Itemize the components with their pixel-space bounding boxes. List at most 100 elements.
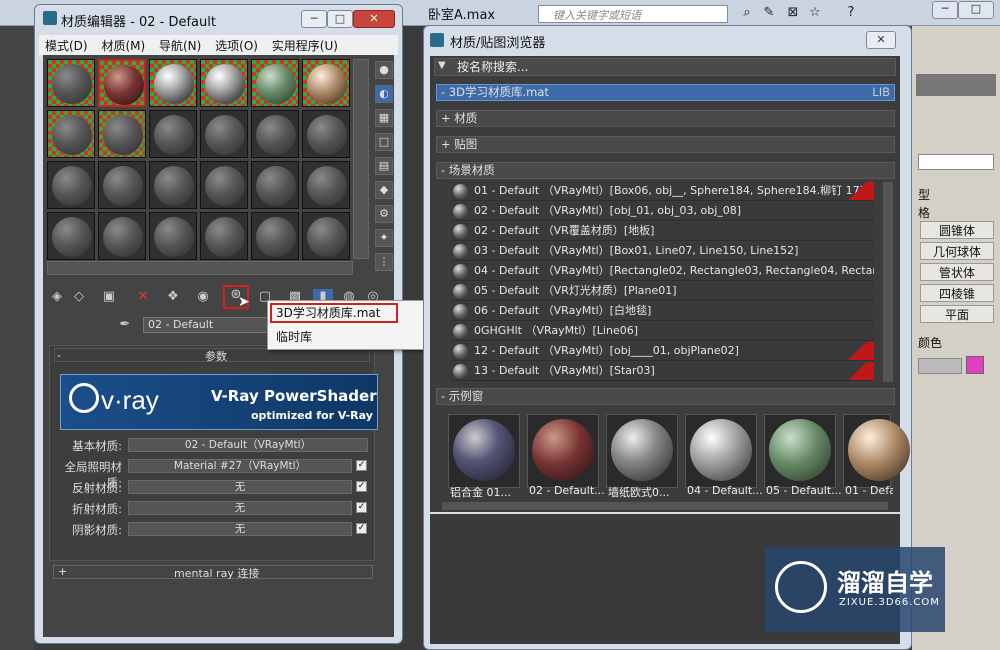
material-sample-slot[interactable] <box>302 212 350 260</box>
sample-swatch[interactable] <box>606 414 678 488</box>
video-color-check-icon[interactable]: ▤ <box>375 157 393 175</box>
shader-row-value-button[interactable]: 无 <box>128 501 352 515</box>
reset-map-icon[interactable]: ✕ <box>133 289 153 307</box>
material-sample-slot[interactable] <box>98 110 146 158</box>
plane-button[interactable]: 平面 <box>920 305 994 323</box>
material-sample-slot[interactable] <box>200 110 248 158</box>
shader-row-value-button[interactable]: 无 <box>128 480 352 494</box>
material-map-navigator-icon[interactable]: ⋮ <box>375 253 393 271</box>
menu-navigation[interactable]: 导航(N) <box>159 37 201 54</box>
menu-material[interactable]: 材质(M) <box>101 37 145 54</box>
options-icon[interactable]: ⚙ <box>375 205 393 223</box>
library-group-header[interactable]: - 3D学习材质库.mat LIB <box>436 84 895 101</box>
shader-row-value-button[interactable]: 02 - Default（VRayMtl） <box>128 438 368 452</box>
get-material-icon[interactable]: ◈ <box>47 289 67 307</box>
make-unique-icon[interactable]: ❖ <box>163 289 183 307</box>
material-sample-slot[interactable] <box>251 212 299 260</box>
scene-material-row[interactable]: 05 - Default （VR灯光材质）[Plane01] <box>450 282 874 301</box>
backlight-icon[interactable]: ◐ <box>375 85 393 103</box>
sample-slots-group-header[interactable]: - 示例窗 <box>436 388 895 405</box>
materials-group-header[interactable]: + 材质 <box>436 110 895 127</box>
eyedropper-icon[interactable]: ✒ <box>115 317 135 335</box>
make-preview-icon[interactable]: ◆ <box>375 181 393 199</box>
material-sample-slot[interactable] <box>98 59 146 107</box>
scene-material-row[interactable]: 06 - Default （VRayMtl）[白地毯] <box>450 302 874 321</box>
close-button[interactable]: ✕ <box>353 10 395 28</box>
sample-swatch[interactable] <box>843 414 910 488</box>
cone-button[interactable]: 圆锥体 <box>920 221 994 239</box>
category-dropdown[interactable] <box>918 154 994 170</box>
material-sample-slot[interactable] <box>149 212 197 260</box>
material-sample-slot[interactable] <box>200 161 248 209</box>
put-to-library-icon[interactable]: ◉ <box>193 289 213 307</box>
exchange-icon[interactable]: ⊠ <box>784 5 802 21</box>
scene-material-row[interactable]: 04 - Default （VRayMtl）[Rectangle02, Rect… <box>450 262 874 281</box>
parameters-rollout-header[interactable]: - 参数 <box>54 348 370 363</box>
material-sample-slot[interactable] <box>47 110 95 158</box>
scene-material-row[interactable]: 02 - Default （VRayMtl）[obj_01, obj_03, o… <box>450 202 874 221</box>
menu-utilities[interactable]: 实用程序(U) <box>272 37 338 54</box>
shader-row-value-button[interactable]: Material #27（VRayMtl） <box>128 459 352 473</box>
material-name-field[interactable]: 02 - Default <box>143 317 279 333</box>
color-swatch[interactable] <box>966 356 984 374</box>
name-field[interactable] <box>918 358 962 374</box>
sample-swatch[interactable] <box>764 414 836 488</box>
sample-swatch[interactable] <box>448 414 520 488</box>
scene-material-row[interactable]: 0GHGHlt （VRayMtl）[Line06] <box>450 322 874 341</box>
search-by-name-input[interactable]: 按名称搜索... <box>434 58 896 76</box>
material-sample-slot[interactable] <box>98 161 146 209</box>
sample-type-icon[interactable]: ● <box>375 61 393 79</box>
select-by-material-icon[interactable]: ✦ <box>375 229 393 247</box>
host-minimize-button[interactable]: ─ <box>932 1 958 19</box>
assign-to-selection-icon[interactable]: ▣ <box>99 289 119 307</box>
material-sample-slot[interactable] <box>47 212 95 260</box>
material-sample-slot[interactable] <box>251 110 299 158</box>
mental-ray-rollout[interactable]: + mental ray 连接 <box>53 565 373 580</box>
shader-row-checkbox[interactable]: ✓ <box>356 502 367 513</box>
material-sample-slot[interactable] <box>302 110 350 158</box>
scene-material-row[interactable]: 03 - Default （VRayMtl）[Box01, Line07, Li… <box>450 242 874 261</box>
star-icon[interactable]: ☆ <box>806 5 824 21</box>
sample-swatch[interactable] <box>685 414 757 488</box>
browser-close-button[interactable]: ✕ <box>866 31 896 49</box>
material-sample-slot[interactable] <box>200 59 248 107</box>
background-icon[interactable]: ▦ <box>375 109 393 127</box>
host-maximize-button[interactable]: □ <box>958 1 994 19</box>
material-sample-slot[interactable] <box>149 59 197 107</box>
material-sample-slot[interactable] <box>302 161 350 209</box>
material-sample-slot[interactable] <box>98 212 146 260</box>
menu-mode[interactable]: 模式(D) <box>45 37 88 54</box>
scene-material-row[interactable]: 12 - Default （VRayMtl）[obj____01, objPla… <box>450 342 874 361</box>
sample-swatch[interactable] <box>527 414 599 488</box>
material-sample-slot[interactable] <box>149 110 197 158</box>
material-sample-slot[interactable] <box>149 161 197 209</box>
help-icon[interactable]: ? <box>842 5 860 21</box>
minimize-button[interactable]: ─ <box>301 10 327 28</box>
material-sample-slot[interactable] <box>47 59 95 107</box>
shader-row-value-button[interactable]: 无 <box>128 522 352 536</box>
slots-vertical-scrollbar[interactable] <box>353 59 369 259</box>
tube-button[interactable]: 管状体 <box>920 263 994 281</box>
maps-group-header[interactable]: + 贴图 <box>436 136 895 153</box>
menu-options[interactable]: 选项(O) <box>215 37 258 54</box>
geosphere-button[interactable]: 几何球体 <box>920 242 994 260</box>
samples-scrollbar[interactable] <box>442 502 888 510</box>
popup-item-temp[interactable]: 临时库 <box>276 328 312 345</box>
uv-tiling-icon[interactable]: □ <box>375 133 393 151</box>
binoculars-icon[interactable]: ⌕ <box>738 5 756 21</box>
maximize-button[interactable]: □ <box>327 10 353 28</box>
slots-horizontal-scrollbar[interactable] <box>47 261 353 275</box>
scene-material-row[interactable]: 01 - Default （VRayMtl）[Box06, obj__, Sph… <box>450 182 874 201</box>
material-sample-slot[interactable] <box>251 161 299 209</box>
shader-row-checkbox[interactable]: ✓ <box>356 523 367 534</box>
scene-material-row[interactable]: 02 - Default （VR覆盖材质）[地板] <box>450 222 874 241</box>
put-to-scene-icon[interactable]: ◇ <box>69 289 89 307</box>
material-sample-slot[interactable] <box>251 59 299 107</box>
material-sample-slot[interactable] <box>47 161 95 209</box>
material-sample-slot[interactable] <box>302 59 350 107</box>
scene-materials-group-header[interactable]: - 场景材质 <box>436 162 895 179</box>
popup-item-library[interactable]: 3D学习材质库.mat <box>270 303 398 323</box>
scene-list-scrollbar[interactable] <box>883 182 893 382</box>
tools-icon[interactable]: ✎ <box>760 5 778 21</box>
material-sample-slot[interactable] <box>200 212 248 260</box>
